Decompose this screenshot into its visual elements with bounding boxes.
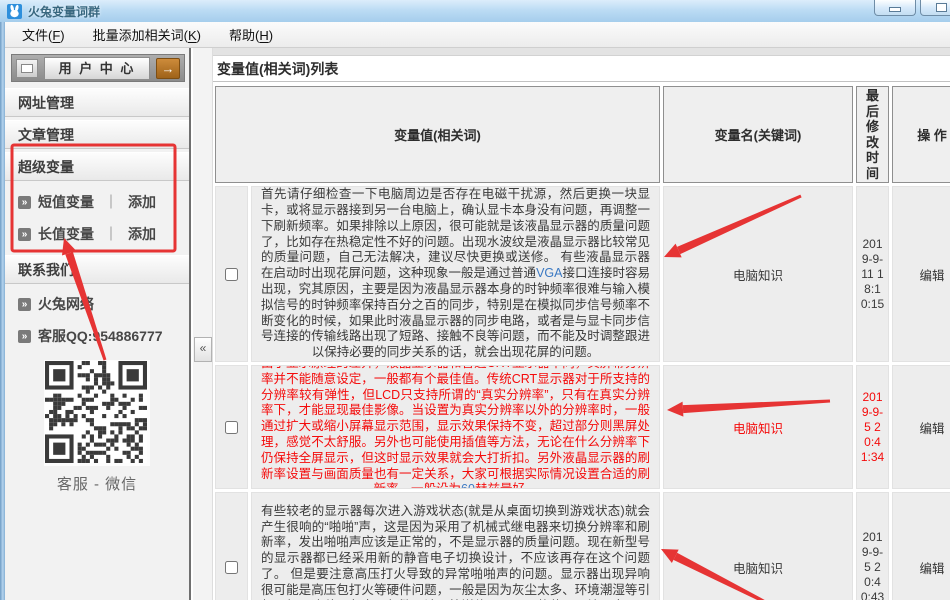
variable-value-cell: 首先请仔细检查一下电脑周边是否存在电磁干扰源，然后更换一块显卡，或将显示器接到另… [251, 186, 660, 362]
action-cell: 编辑 [892, 492, 950, 600]
sidebar-collapse-strip: « [193, 48, 213, 600]
modified-time-cell: 2019-9-5 20:40:43 [856, 492, 889, 600]
menu-bar: 文件(F) 批量添加相关词(K) 帮助(H) [5, 22, 950, 48]
sidebar: 用 户 中 心 → 网址管理文章管理超级变量 » 短值变量 ｜ 添加 » 长值变量 ｜ 添加联系… [5, 48, 191, 600]
content-top-strip [213, 48, 950, 56]
separator: ｜ [104, 192, 118, 212]
sidebar-link-3[interactable]: » 短值变量 ｜ 添加 [5, 188, 189, 216]
menu-item-k[interactable]: 批量添加相关词(K) [88, 23, 206, 46]
keyword-cell: 电脑知识 [663, 492, 853, 600]
qr-caption: 客服 - 微信 [5, 473, 189, 494]
arrow-bullet-icon: » [18, 330, 31, 343]
sidebar-link-label: 客服QQ:954886777 [38, 326, 163, 346]
row-select-cell [215, 492, 248, 600]
edit-link[interactable]: 编辑 [919, 418, 944, 437]
variable-value-cell: 有些较老的显示器每次进入游戏状态(就是从桌面切换到游戏状态)就会产生很响的“啪啪… [251, 492, 660, 600]
sidebar-section-5[interactable]: 联系我们 [5, 255, 189, 284]
app-logo-icon [7, 4, 22, 19]
window-icon [21, 64, 33, 73]
user-center-button[interactable]: 用 户 中 心 [44, 57, 150, 80]
collapse-sidebar-button[interactable]: « [194, 337, 212, 362]
wechat-qr-code [44, 360, 150, 466]
sidebar-link-7[interactable]: » 客服QQ:954886777 [5, 322, 189, 350]
row-checkbox[interactable] [225, 268, 238, 281]
column-header-1: 变量名(关键词) [663, 86, 853, 183]
add-link[interactable]: 添加 [128, 224, 156, 244]
modified-time-cell: 2019-9-11 18:10:15 [856, 186, 889, 362]
sidebar-toolbar: 用 户 中 心 → [11, 54, 185, 82]
column-header-3: 操 作 [892, 86, 950, 183]
minimize-button[interactable] [874, 0, 916, 16]
edit-link[interactable]: 编辑 [919, 558, 944, 577]
column-header-0: 变量值(相关词) [215, 86, 660, 183]
arrow-bullet-icon: » [18, 298, 31, 311]
edit-link[interactable]: 编辑 [919, 265, 944, 284]
menu-item-f[interactable]: 文件(F) [17, 23, 70, 46]
highlighted-term: 60 [461, 482, 475, 489]
arrow-bullet-icon: » [18, 196, 31, 209]
arrow-bullet-icon: » [18, 228, 31, 241]
sidebar-link-label: 火兔网络 [38, 294, 94, 314]
sidebar-section-1[interactable]: 文章管理 [5, 120, 189, 149]
separator: ｜ [104, 224, 118, 244]
keyword-cell: 电脑知识 [663, 365, 853, 489]
modified-time-cell: 2019-9-5 20:41:34 [856, 365, 889, 489]
maximize-button[interactable] [920, 0, 950, 16]
sidebar-link-4[interactable]: » 长值变量 ｜ 添加 [5, 220, 189, 248]
window-title: 火兔变量词群 [28, 3, 100, 20]
sidebar-section-0[interactable]: 网址管理 [5, 88, 189, 117]
menu-item-h[interactable]: 帮助(H) [224, 23, 278, 46]
row-select-cell [215, 186, 248, 362]
variable-value-cell: 由于显示原理的差异，液晶显示器和普通CRT显示器不同，其屏幕分辨率并不能随意设定… [251, 365, 660, 489]
qr-section: 客服 - 微信 [5, 360, 189, 494]
action-cell: 编辑 [892, 365, 950, 489]
minimize-icon [889, 7, 901, 12]
sidebar-section-2[interactable]: 超级变量 [5, 152, 189, 181]
sidebar-link-6[interactable]: » 火兔网络 [5, 290, 189, 318]
sidebar-link-label: 长值变量 [38, 224, 94, 244]
right-arrow-icon[interactable]: → [156, 58, 180, 79]
action-cell: 编辑 [892, 186, 950, 362]
page-title: 变量值(相关词)列表 [213, 56, 950, 82]
variable-values-table: 变量值(相关词)变量名(关键词)最后修改时间操 作首先请仔细检查一下电脑周边是否… [215, 86, 950, 600]
main-content: 变量值(相关词)列表 变量值(相关词)变量名(关键词)最后修改时间操 作首先请仔… [213, 48, 950, 600]
maximize-icon [936, 3, 947, 12]
app-window: 火兔变量词群 文件(F) 批量添加相关词(K) 帮助(H) 用 户 中 心 → 网址… [0, 0, 950, 600]
titlebar: 火兔变量词群 [0, 0, 950, 23]
panel-toggle-button[interactable] [16, 59, 38, 78]
add-link[interactable]: 添加 [128, 192, 156, 212]
row-checkbox[interactable] [225, 561, 238, 574]
column-header-2: 最后修改时间 [856, 86, 889, 183]
keyword-cell: 电脑知识 [663, 186, 853, 362]
row-checkbox[interactable] [225, 421, 238, 434]
sidebar-link-label: 短值变量 [38, 192, 94, 212]
row-select-cell [215, 365, 248, 489]
highlighted-term: VGA [536, 266, 562, 280]
